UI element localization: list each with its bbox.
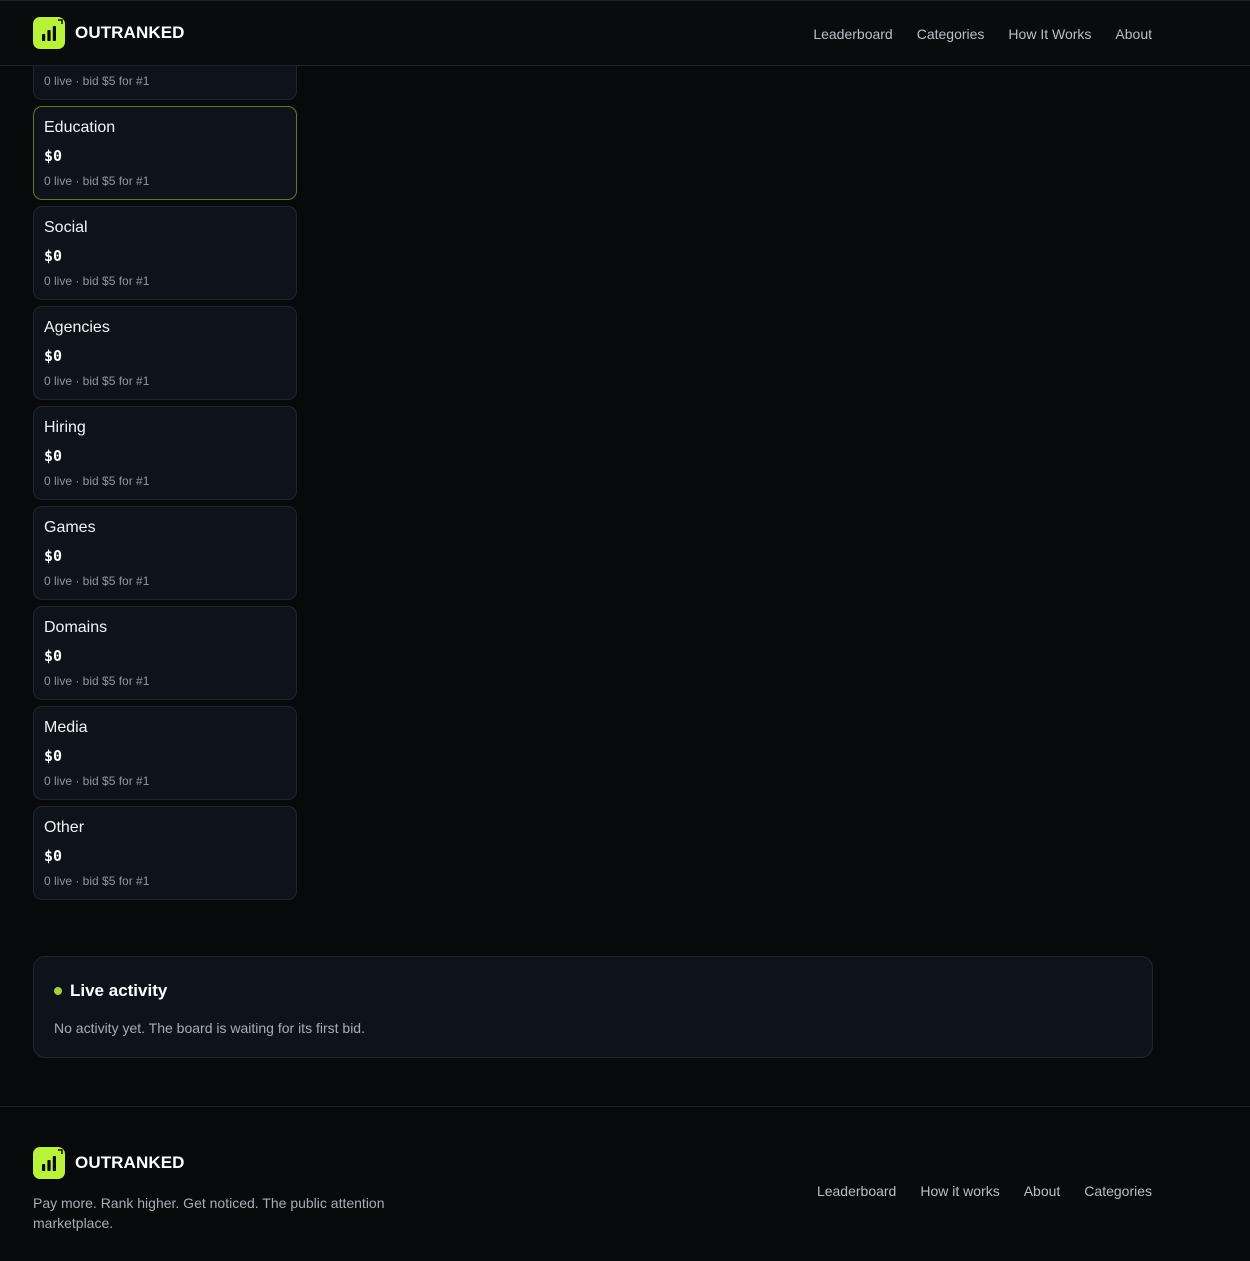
category-price: $0 bbox=[44, 647, 63, 665]
category-meta: 0 live · bid $5 for #1 bbox=[44, 74, 150, 88]
live-activity-header: Live activity bbox=[54, 981, 167, 1001]
site-footer: OUTRANKED Pay more. Rank higher. Get not… bbox=[0, 1106, 1250, 1261]
category-name: Media bbox=[44, 719, 88, 736]
nav-how-it-works[interactable]: How It Works bbox=[1008, 26, 1091, 42]
nav-leaderboard[interactable]: Leaderboard bbox=[813, 26, 892, 42]
brand-name: OUTRANKED bbox=[75, 23, 185, 42]
category-price: $0 bbox=[44, 247, 63, 265]
footer-nav: Leaderboard How it works About Categorie… bbox=[817, 1183, 1152, 1199]
brand-link[interactable]: OUTRANKED bbox=[33, 17, 185, 49]
footer-brand-name: OUTRANKED bbox=[75, 1153, 185, 1172]
category-card-games[interactable]: Games $0 0 live · bid $5 for #1 bbox=[33, 506, 297, 600]
nav-about[interactable]: About bbox=[1115, 26, 1152, 42]
category-price: $0 bbox=[44, 747, 63, 765]
category-meta: 0 live · bid $5 for #1 bbox=[44, 374, 150, 388]
footer-brand-link[interactable]: OUTRANKED bbox=[33, 1147, 185, 1179]
page: 0 live · bid $5 for #1 Education $0 0 li… bbox=[0, 0, 1250, 1261]
category-name: Other bbox=[44, 819, 85, 836]
category-price: $0 bbox=[44, 847, 63, 865]
category-card-agencies[interactable]: Agencies $0 0 live · bid $5 for #1 bbox=[33, 306, 297, 400]
category-price: $0 bbox=[44, 147, 63, 165]
category-meta: 0 live · bid $5 for #1 bbox=[44, 574, 150, 588]
nav-categories[interactable]: Categories bbox=[917, 26, 985, 42]
category-name: Games bbox=[44, 519, 96, 536]
site-header: OUTRANKED Leaderboard Categories How It … bbox=[0, 0, 1250, 66]
category-card-domains[interactable]: Domains $0 0 live · bid $5 for #1 bbox=[33, 606, 297, 700]
category-price: $0 bbox=[44, 547, 63, 565]
category-price: $0 bbox=[44, 347, 63, 365]
category-card-other[interactable]: Other $0 0 live · bid $5 for #1 bbox=[33, 806, 297, 900]
footer-link-leaderboard[interactable]: Leaderboard bbox=[817, 1183, 896, 1199]
category-card-social[interactable]: Social $0 0 live · bid $5 for #1 bbox=[33, 206, 297, 300]
live-activity-title: Live activity bbox=[70, 981, 168, 1000]
bar-chart-icon bbox=[33, 17, 65, 49]
footer-link-about[interactable]: About bbox=[1024, 1183, 1061, 1199]
category-name: Agencies bbox=[44, 319, 110, 336]
category-card-hiring[interactable]: Hiring $0 0 live · bid $5 for #1 bbox=[33, 406, 297, 500]
category-card-media[interactable]: Media $0 0 live · bid $5 for #1 bbox=[33, 706, 297, 800]
footer-tagline: Pay more. Rank higher. Get noticed. The … bbox=[33, 1195, 385, 1231]
category-meta: 0 live · bid $5 for #1 bbox=[44, 674, 150, 688]
category-name: Education bbox=[44, 119, 116, 136]
footer-link-how-it-works[interactable]: How it works bbox=[920, 1183, 999, 1199]
category-meta: 0 live · bid $5 for #1 bbox=[44, 474, 150, 488]
category-name: Hiring bbox=[44, 419, 86, 436]
category-name: Social bbox=[44, 219, 88, 236]
category-name: Domains bbox=[44, 619, 108, 636]
bar-chart-icon bbox=[33, 1147, 65, 1179]
live-activity-empty: No activity yet. The board is waiting fo… bbox=[54, 1020, 365, 1036]
main-nav: Leaderboard Categories How It Works Abou… bbox=[813, 1, 1152, 67]
category-meta: 0 live · bid $5 for #1 bbox=[44, 174, 150, 188]
category-meta: 0 live · bid $5 for #1 bbox=[44, 874, 150, 888]
category-meta: 0 live · bid $5 for #1 bbox=[44, 274, 150, 288]
category-card-education[interactable]: Education $0 0 live · bid $5 for #1 bbox=[33, 106, 297, 200]
category-price: $0 bbox=[44, 447, 63, 465]
live-dot-icon bbox=[54, 987, 62, 995]
footer-link-categories[interactable]: Categories bbox=[1084, 1183, 1152, 1199]
category-meta: 0 live · bid $5 for #1 bbox=[44, 774, 150, 788]
live-activity-panel: Live activity No activity yet. The board… bbox=[33, 956, 1153, 1058]
category-list: 0 live · bid $5 for #1 Education $0 0 li… bbox=[33, 6, 297, 906]
